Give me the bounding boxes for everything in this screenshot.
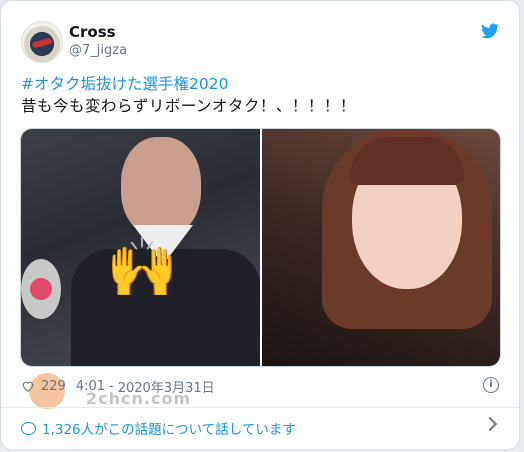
chevron-right-icon[interactable] xyxy=(482,416,498,432)
hashtag-link[interactable]: #オタク垢抜けた選手権2020 xyxy=(21,73,499,95)
like-count[interactable]: 229 xyxy=(41,379,66,394)
tweet-body: 昔も今も変わらずリボーンオタク！、！！！！ xyxy=(21,97,356,115)
tweet-date[interactable]: 2020年3月31日 xyxy=(118,377,215,396)
tweet-media[interactable]: 🙌 xyxy=(20,128,501,367)
tweet-header: Cross @7_jigza xyxy=(21,21,499,65)
display-name[interactable]: Cross xyxy=(69,23,116,41)
tweet-card: Cross @7_jigza #オタク垢抜けた選手権2020 昔も今も変わらずリ… xyxy=(0,0,520,450)
info-icon[interactable]: i xyxy=(483,377,499,393)
raised-hands-icon: 🙌 xyxy=(106,233,179,301)
separator: - xyxy=(109,378,114,394)
heart-icon[interactable] xyxy=(21,379,35,393)
tweet-stats: 229 4:01 - 2020年3月31日 i xyxy=(21,375,499,397)
user-handle[interactable]: @7_jigza xyxy=(69,43,127,58)
bangs xyxy=(349,137,464,185)
tweet-time[interactable]: 4:01 xyxy=(76,379,105,394)
face xyxy=(121,137,201,237)
speech-bubble-icon xyxy=(21,421,36,435)
corsage xyxy=(21,259,61,319)
tweet-text: #オタク垢抜けた選手権2020 昔も今も変わらずリボーンオタク！、！！！！ xyxy=(21,73,499,117)
conversation-count[interactable]: 1,326人がこの話題について話しています xyxy=(42,418,296,438)
photo-before[interactable]: 🙌 xyxy=(21,129,260,366)
twitter-bird-icon[interactable] xyxy=(481,23,499,39)
divider xyxy=(1,407,519,408)
photo-after[interactable] xyxy=(261,129,500,366)
avatar[interactable] xyxy=(21,21,63,63)
conversation-link[interactable]: 1,326人がこの話題について話しています xyxy=(21,416,499,439)
